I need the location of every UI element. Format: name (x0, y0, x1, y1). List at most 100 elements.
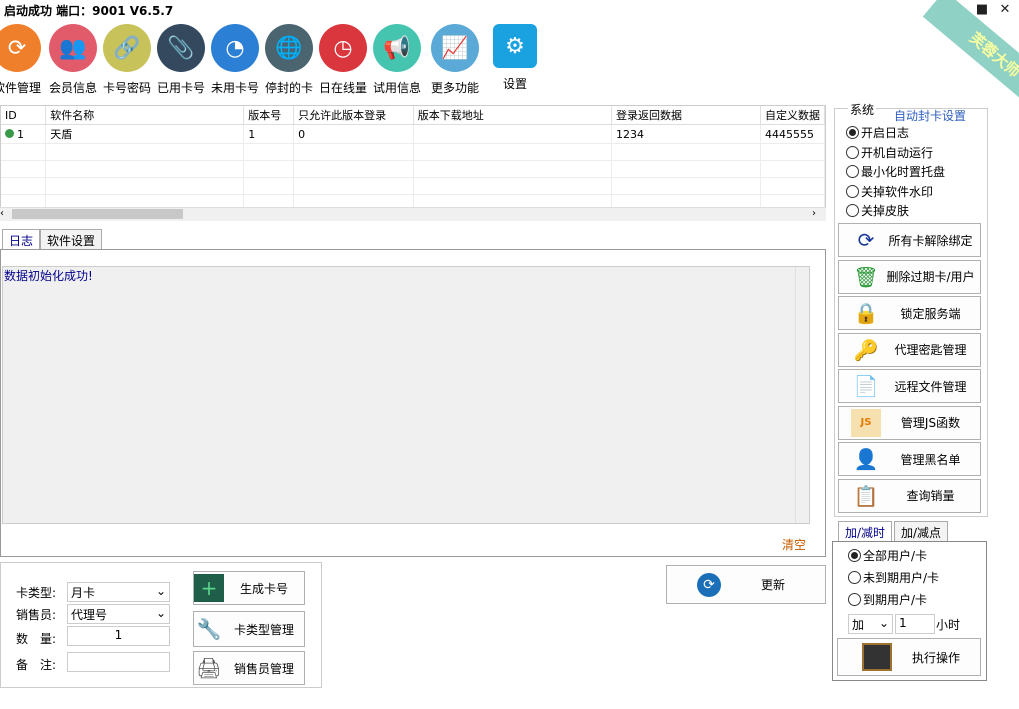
card-type-management-button[interactable]: 🔧 卡类型管理 (193, 611, 305, 647)
option-label: 未到期用户/卡 (863, 571, 940, 585)
tab-log[interactable]: 日志 (2, 229, 41, 250)
column-header[interactable]: 软件名称 (45, 106, 245, 125)
amount-input[interactable]: 1 (895, 614, 935, 634)
generate-card-button[interactable]: + 生成卡号 (193, 571, 305, 605)
quantity-input[interactable]: 1 (67, 626, 170, 646)
toolbar-button-chart[interactable]: 📈 更多功能 (426, 24, 484, 95)
toolbar-button-pie[interactable]: ◔ 未用卡号 (206, 24, 264, 95)
software-table[interactable]: ID 软件名称 版本号 只允许此版本登录 版本下载地址 登录返回数据 自定义数据 1 天盾 1 0… (0, 105, 826, 221)
option-label: 开启日志 (861, 126, 910, 140)
column-header[interactable]: 登录返回数据 (611, 106, 761, 125)
cell-value: 0 (298, 127, 306, 141)
option-label: 到期用户/卡 (863, 593, 928, 607)
target-option[interactable]: 到期用户/卡 (848, 591, 927, 608)
document-icon: 📄 (853, 374, 879, 398)
clear-link[interactable]: 清空 (782, 536, 806, 553)
system-button[interactable]: 📋 查询销量 (838, 478, 981, 513)
tab-software-settings[interactable]: 软件设置 (40, 229, 103, 249)
system-button-label: 管理JS函数 (900, 416, 961, 430)
radio-icon (846, 184, 859, 198)
toolbar-label: 会员信息 (48, 81, 97, 95)
system-option[interactable]: 关掉软件水印 (846, 183, 933, 200)
system-option[interactable]: 开启日志 (846, 124, 909, 141)
system-button[interactable]: JS 管理JS函数 (838, 405, 981, 440)
system-button[interactable]: 🗑 删除过期卡/用户 (838, 259, 981, 294)
table-header: ID 软件名称 版本号 只允许此版本登录 版本下载地址 登录返回数据 自定义数据 (1, 106, 825, 125)
empty-row (1, 177, 825, 195)
update-label: 更新 (760, 578, 785, 592)
log-textarea[interactable] (2, 266, 810, 524)
column-header[interactable]: ID (1, 106, 47, 125)
table-cell (760, 143, 825, 161)
system-option[interactable]: 关掉皮肤 (846, 202, 909, 219)
generate-card-label: 生成卡号 (239, 581, 288, 596)
toolbar-button-megaphone[interactable]: 📢 试用信息 (368, 24, 426, 95)
table-cell (413, 160, 613, 178)
system-option[interactable]: 开机自动运行 (846, 144, 933, 161)
column-header[interactable]: 版本号 (243, 106, 295, 125)
target-option[interactable]: 未到期用户/卡 (848, 569, 939, 586)
globe-icon: 🌐 (265, 24, 313, 72)
radio-icon (848, 571, 861, 584)
toolbar-button-link[interactable]: 🔗 卡号密码 (98, 24, 156, 95)
system-button[interactable]: 🔒 锁定服务端 (838, 296, 981, 330)
table-cell: 天盾 (45, 124, 245, 144)
column-header[interactable]: 自定义数据 (760, 106, 825, 125)
seller-management-button[interactable]: 🖨 销售员管理 (193, 651, 305, 685)
operation-select[interactable]: 加 ⌄ (848, 614, 893, 634)
toolbar-button-paperclip[interactable]: 📎 已用卡号 (152, 24, 210, 95)
system-button-label: 锁定服务端 (900, 306, 961, 321)
toolbar-button-globe[interactable]: 🌐 停封的卡 (260, 24, 318, 95)
toolbar-label: 日在线量 (318, 81, 367, 95)
card-type-select[interactable]: 月卡 ⌄ (67, 582, 170, 602)
system-button-label: 所有卡解除绑定 (888, 233, 973, 248)
table-cell: 1 (243, 124, 295, 144)
operation-value: 加 (852, 618, 865, 632)
system-button[interactable]: 🔑 代理密匙管理 (838, 332, 981, 367)
toolbar-button-clock[interactable]: ◷ 日在线量 (314, 24, 372, 95)
tab-add-sub-time[interactable]: 加/减时 (838, 521, 893, 542)
radio-icon (848, 549, 861, 562)
unit-label: 小时 (936, 618, 961, 632)
execute-button[interactable]: 执行操作 (837, 638, 981, 676)
scroll-left-icon[interactable]: ‹ (0, 208, 4, 219)
auto-ban-settings-link[interactable]: 自动封卡设置 (894, 107, 966, 124)
quantity-label: 数 量: (16, 632, 57, 646)
cell-value: 天盾 (50, 128, 73, 141)
toolbar-label: 卡号密码 (102, 81, 151, 95)
table-row[interactable]: 1 天盾 1 0 1234 4445555 (1, 124, 825, 144)
log-scrollbar[interactable] (795, 267, 809, 523)
system-button[interactable]: 📄 远程文件管理 (838, 369, 981, 403)
toolbar-button-users[interactable]: 👥 会员信息 (44, 24, 102, 95)
system-button[interactable]: 👤 管理黑名单 (838, 442, 981, 476)
seller-select[interactable]: 代理号 ⌄ (67, 604, 170, 624)
js-file-icon: JS (851, 408, 881, 437)
column-header[interactable]: 版本下载地址 (413, 106, 613, 125)
tab-add-sub-points[interactable]: 加/减点 (894, 521, 949, 541)
table-cell (413, 143, 613, 161)
empty-row (1, 143, 825, 161)
table-cell (611, 160, 761, 178)
toolbar-button-gear[interactable]: ⚙ 设置 (486, 24, 544, 94)
note-input[interactable] (67, 652, 170, 672)
radio-icon (846, 145, 859, 159)
table-cell (243, 160, 295, 178)
system-button[interactable]: ⟳ 所有卡解除绑定 (838, 223, 981, 257)
system-button-label: 远程文件管理 (894, 379, 967, 394)
system-option[interactable]: 最小化时置托盘 (846, 163, 945, 180)
cell-value: 1234 (616, 127, 644, 141)
report-icon: 📋 (853, 483, 879, 508)
column-header[interactable]: 只允许此版本登录 (293, 106, 414, 125)
scroll-thumb[interactable] (12, 209, 183, 219)
scroll-right-icon[interactable]: › (812, 208, 816, 219)
table-cell (1, 177, 47, 195)
update-button[interactable]: ⟳ 更新 (666, 565, 826, 604)
seller-label: 销售员: (16, 608, 57, 622)
toolbar-button-refresh[interactable]: ⟳ 软件管理 (0, 24, 46, 95)
table-cell (611, 177, 761, 195)
target-option[interactable]: 全部用户/卡 (848, 547, 927, 564)
chevron-down-icon: ⌄ (878, 616, 889, 630)
pie-icon: ◔ (211, 24, 259, 72)
system-title: 系统 (848, 101, 877, 118)
radio-icon (846, 204, 859, 217)
